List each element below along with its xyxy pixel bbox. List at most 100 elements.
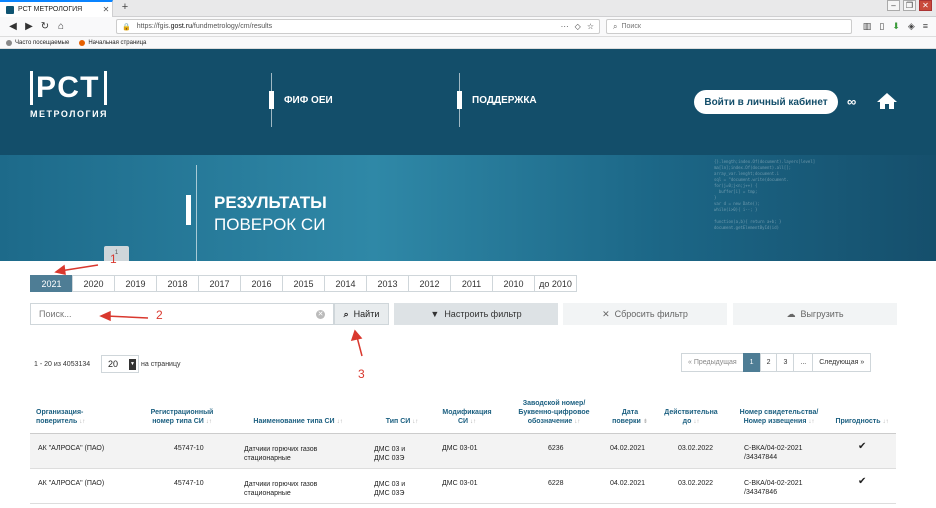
reload-icon[interactable]: ↻ bbox=[38, 20, 52, 34]
banner-decoration: {}.length;index.Of(document).layers[leve… bbox=[714, 159, 816, 230]
extension-icon[interactable]: ◈ bbox=[908, 21, 915, 32]
col-modification[interactable]: Модификация СИ ↓↑ bbox=[436, 408, 498, 427]
page-2-button[interactable]: 2 bbox=[759, 353, 778, 372]
home-icon[interactable]: ⌂ bbox=[54, 20, 68, 34]
address-bar[interactable]: 🔒 https://fgis.gost.ru/fundmetrology/cm/… bbox=[116, 19, 600, 34]
page-1-button[interactable]: 1 bbox=[742, 353, 761, 372]
firefox-icon bbox=[79, 39, 86, 46]
browser-tab-title: РСТ МЕТРОЛОГИЯ bbox=[18, 6, 83, 13]
clear-search-icon[interactable]: ✕ bbox=[316, 309, 325, 319]
col-certificate[interactable]: Номер свидетельства/ Номер извещения ↓↑ bbox=[736, 408, 822, 427]
results-count: 1 - 20 из 4053134 bbox=[34, 361, 91, 368]
col-type[interactable]: Тип СИ ↓↑ bbox=[370, 417, 434, 427]
annotation-3: 3 bbox=[358, 367, 365, 381]
cell-type-name: Датчики горючих газов стационарные bbox=[244, 446, 318, 462]
year-tab-before-2010[interactable]: до 2010 bbox=[534, 275, 577, 292]
find-button[interactable]: ⌕ Найти bbox=[334, 303, 389, 325]
browser-toolbar: ▥ ▯ ⬇ ◈ ≡ bbox=[863, 21, 928, 32]
check-icon: ✔ bbox=[858, 476, 867, 487]
col-serial[interactable]: Заводской номер/ Буквенно-цифровое обозн… bbox=[514, 399, 594, 427]
cell-type: ДМС 03 и ДМС 03Э bbox=[374, 446, 406, 462]
year-tab-2014[interactable]: 2014 bbox=[324, 275, 367, 292]
year-tab-2017[interactable]: 2017 bbox=[198, 275, 241, 292]
col-type-name[interactable]: Наименование типа СИ ↓↑ bbox=[246, 417, 350, 427]
year-tab-2019[interactable]: 2019 bbox=[114, 275, 157, 292]
per-page-label: на страницу bbox=[141, 361, 181, 368]
gear-icon bbox=[6, 39, 12, 46]
back-icon[interactable]: ◀ bbox=[6, 20, 20, 34]
magnifier-icon: ⌕ bbox=[343, 308, 349, 319]
cell-valid-until: 03.02.2022 bbox=[678, 480, 714, 487]
col-org[interactable]: Организация-поверитель ↓↑ bbox=[36, 408, 128, 427]
year-tab-2021[interactable]: 2021 bbox=[30, 275, 73, 292]
cell-valid-until: 03.02.2022 bbox=[678, 445, 714, 452]
browser-tab[interactable]: РСТ МЕТРОЛОГИЯ ✕ bbox=[0, 0, 113, 17]
results-table: Организация-поверитель ↓↑ Регистрационный… bbox=[30, 386, 896, 504]
banner-title-line1: РЕЗУЛЬТАТЫ bbox=[214, 193, 327, 212]
maximize-icon[interactable]: ❐ bbox=[903, 0, 916, 11]
search-input[interactable] bbox=[39, 309, 316, 319]
bookmark-start-page[interactable]: Начальная страница bbox=[79, 39, 146, 46]
close-window-icon[interactable]: ✕ bbox=[919, 0, 932, 11]
year-tab-2018[interactable]: 2018 bbox=[156, 275, 199, 292]
site-logo[interactable]: РСТ МЕТРОЛОГИЯ bbox=[30, 71, 108, 119]
funnel-icon: ▼ bbox=[430, 309, 440, 319]
sidebar-icon[interactable]: ▯ bbox=[879, 21, 884, 32]
nav-support[interactable]: ПОДДЕРЖКА bbox=[457, 73, 537, 127]
library-icon[interactable]: ▥ bbox=[863, 21, 872, 32]
year-tab-2020[interactable]: 2020 bbox=[72, 275, 115, 292]
annotation-2: 2 bbox=[156, 308, 163, 322]
nav-fif-oei[interactable]: ФИФ ОЕИ bbox=[269, 73, 333, 127]
logo-mark: РСТ bbox=[30, 71, 108, 105]
next-page-button[interactable]: Следующая » bbox=[812, 353, 872, 372]
page-actions-icon[interactable]: ··· bbox=[561, 22, 569, 31]
low-vision-glasses-icon[interactable]: ∞ bbox=[847, 94, 856, 109]
site-header: РСТ МЕТРОЛОГИЯ ФИФ ОЕИ ПОДДЕРЖКА Войти в… bbox=[0, 49, 936, 155]
home-page-icon[interactable] bbox=[876, 92, 898, 110]
cell-modification: ДМС 03-01 bbox=[442, 445, 478, 452]
page-3-button[interactable]: 3 bbox=[776, 353, 795, 372]
year-tab-2011[interactable]: 2011 bbox=[450, 275, 493, 292]
times-icon: ✕ bbox=[602, 308, 610, 319]
cell-reg-number: 45747-10 bbox=[174, 445, 204, 452]
menu-icon[interactable]: ≡ bbox=[923, 21, 928, 32]
close-tab-icon[interactable]: ✕ bbox=[100, 5, 112, 14]
cell-certificate: С-ВКА/04-02-2021 /34347846 bbox=[744, 480, 803, 496]
browser-tab-bar: РСТ МЕТРОЛОГИЯ ✕ + – ❐ ✕ bbox=[0, 0, 936, 17]
per-page-select[interactable]: 20 ▼ bbox=[101, 355, 139, 373]
year-tab-2010[interactable]: 2010 bbox=[492, 275, 535, 292]
year-tab-2013[interactable]: 2013 bbox=[366, 275, 409, 292]
year-tab-2012[interactable]: 2012 bbox=[408, 275, 451, 292]
col-suitability[interactable]: Пригодность ↓↑ bbox=[830, 417, 894, 427]
browser-search-input[interactable] bbox=[621, 23, 822, 30]
download-icon[interactable]: ⬇ bbox=[892, 21, 900, 32]
col-valid-until[interactable]: Действительна до ↓↑ bbox=[660, 408, 722, 427]
pagination: « Предыдущая 1 2 3 ... Следующая » bbox=[681, 353, 872, 372]
table-row[interactable]: АК "АЛРОСА" (ПАО) 45747-10 Датчики горюч… bbox=[30, 469, 896, 504]
cell-date: 04.02.2021 bbox=[610, 480, 646, 487]
year-tab-2016[interactable]: 2016 bbox=[240, 275, 283, 292]
export-button[interactable]: ☁ Выгрузить bbox=[733, 303, 897, 325]
login-cabinet-button[interactable]: Войти в личный кабинет bbox=[694, 90, 838, 114]
cell-org: АК "АЛРОСА" (ПАО) bbox=[38, 445, 105, 452]
check-icon: ✔ bbox=[858, 441, 867, 452]
forward-icon[interactable]: ▶ bbox=[22, 20, 36, 34]
bookmarks-bar: Часто посещаемые Начальная страница bbox=[0, 37, 936, 49]
lock-icon: 🔒 bbox=[122, 23, 131, 31]
new-tab-icon[interactable]: + bbox=[118, 1, 132, 13]
year-tab-2015[interactable]: 2015 bbox=[282, 275, 325, 292]
prev-page-button[interactable]: « Предыдущая bbox=[681, 353, 744, 372]
banner-title-line2: ПОВЕРОК СИ bbox=[214, 215, 326, 234]
cell-serial: 6228 bbox=[548, 480, 564, 487]
table-row[interactable]: АК "АЛРОСА" (ПАО) 45747-10 Датчики горюч… bbox=[30, 434, 896, 469]
bookmark-frequent[interactable]: Часто посещаемые bbox=[6, 39, 69, 46]
reset-filter-button[interactable]: ✕ Сбросить фильтр bbox=[563, 303, 727, 325]
col-reg-number[interactable]: Регистрационный номер типа СИ ↓↑ bbox=[146, 408, 218, 427]
bookmark-star-icon[interactable]: ☆ bbox=[587, 22, 594, 31]
configure-filter-button[interactable]: ▼ Настроить фильтр bbox=[394, 303, 558, 325]
pocket-icon[interactable]: ◇ bbox=[575, 22, 581, 31]
browser-search-bar[interactable]: ⌕ bbox=[606, 19, 852, 34]
cell-reg-number: 45747-10 bbox=[174, 480, 204, 487]
col-date[interactable]: Дата поверки ⇟ bbox=[604, 408, 656, 427]
minimize-icon[interactable]: – bbox=[887, 0, 900, 11]
